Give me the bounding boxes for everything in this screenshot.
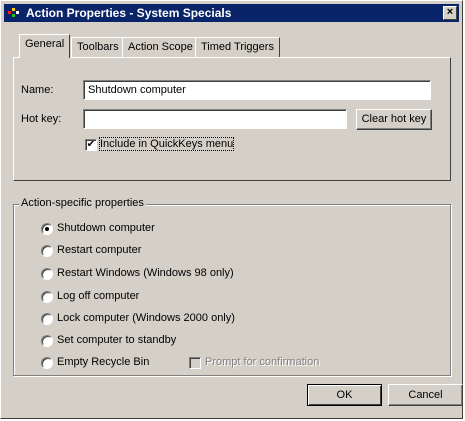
option-restart-computer-label: Restart computer	[57, 244, 142, 256]
tab-general-label: General	[25, 38, 65, 50]
radio-restart-windows[interactable]	[41, 268, 53, 280]
radio-dot-icon	[45, 227, 49, 231]
option-restart-windows-label: Restart Windows (Windows 98 only)	[57, 267, 234, 279]
tab-general[interactable]: General	[19, 34, 71, 58]
title-bar[interactable]: Action Properties - System Specials ×	[4, 4, 459, 22]
tab-action-scope-label: Action Scope	[128, 41, 193, 53]
option-log-off-label: Log off computer	[57, 290, 140, 302]
option-lock-computer-label: Lock computer (Windows 2000 only)	[57, 312, 235, 324]
window-title: Action Properties - System Specials	[26, 6, 232, 20]
tab-timed-triggers-label: Timed Triggers	[201, 41, 274, 53]
radio-lock-computer[interactable]	[41, 313, 53, 325]
option-empty-recycle-bin-label: Empty Recycle Bin	[57, 356, 150, 368]
radio-log-off[interactable]	[41, 291, 53, 303]
action-properties-legend: Action-specific properties	[19, 197, 146, 209]
close-button[interactable]: ×	[443, 6, 457, 20]
hotkey-field[interactable]	[83, 109, 347, 129]
include-quickkeys-checkbox[interactable]: ✔	[85, 139, 97, 151]
option-standby-label: Set computer to standby	[57, 334, 177, 346]
cancel-button[interactable]: Cancel	[388, 384, 463, 406]
radio-standby[interactable]	[41, 335, 53, 347]
option-shutdown-label: Shutdown computer	[57, 222, 155, 234]
hotkey-label: Hot key:	[21, 113, 62, 125]
app-icon	[8, 8, 19, 17]
clear-hotkey-button[interactable]: Clear hot key	[356, 109, 432, 130]
checkmark-icon: ✔	[86, 139, 96, 150]
include-quickkeys-label: Include in QuickKeys menu	[98, 137, 235, 151]
tab-action-scope[interactable]: Action Scope	[122, 37, 199, 57]
tab-toolbars[interactable]: Toolbars	[71, 37, 125, 57]
radio-shutdown[interactable]	[41, 223, 53, 235]
name-label: Name:	[21, 84, 54, 96]
tab-toolbars-label: Toolbars	[77, 41, 119, 53]
prompt-confirmation-label: Prompt for confirmation	[205, 356, 320, 368]
tab-timed-triggers[interactable]: Timed Triggers	[195, 37, 280, 57]
name-field[interactable]: Shutdown computer	[83, 80, 431, 100]
dialog-window: Action Properties - System Specials × Ge…	[0, 0, 463, 419]
ok-button[interactable]: OK	[307, 384, 382, 406]
close-icon: ×	[446, 6, 454, 18]
radio-empty-recycle-bin[interactable]	[41, 357, 53, 369]
prompt-confirmation-checkbox[interactable]	[189, 357, 201, 369]
radio-restart-computer[interactable]	[41, 245, 53, 257]
